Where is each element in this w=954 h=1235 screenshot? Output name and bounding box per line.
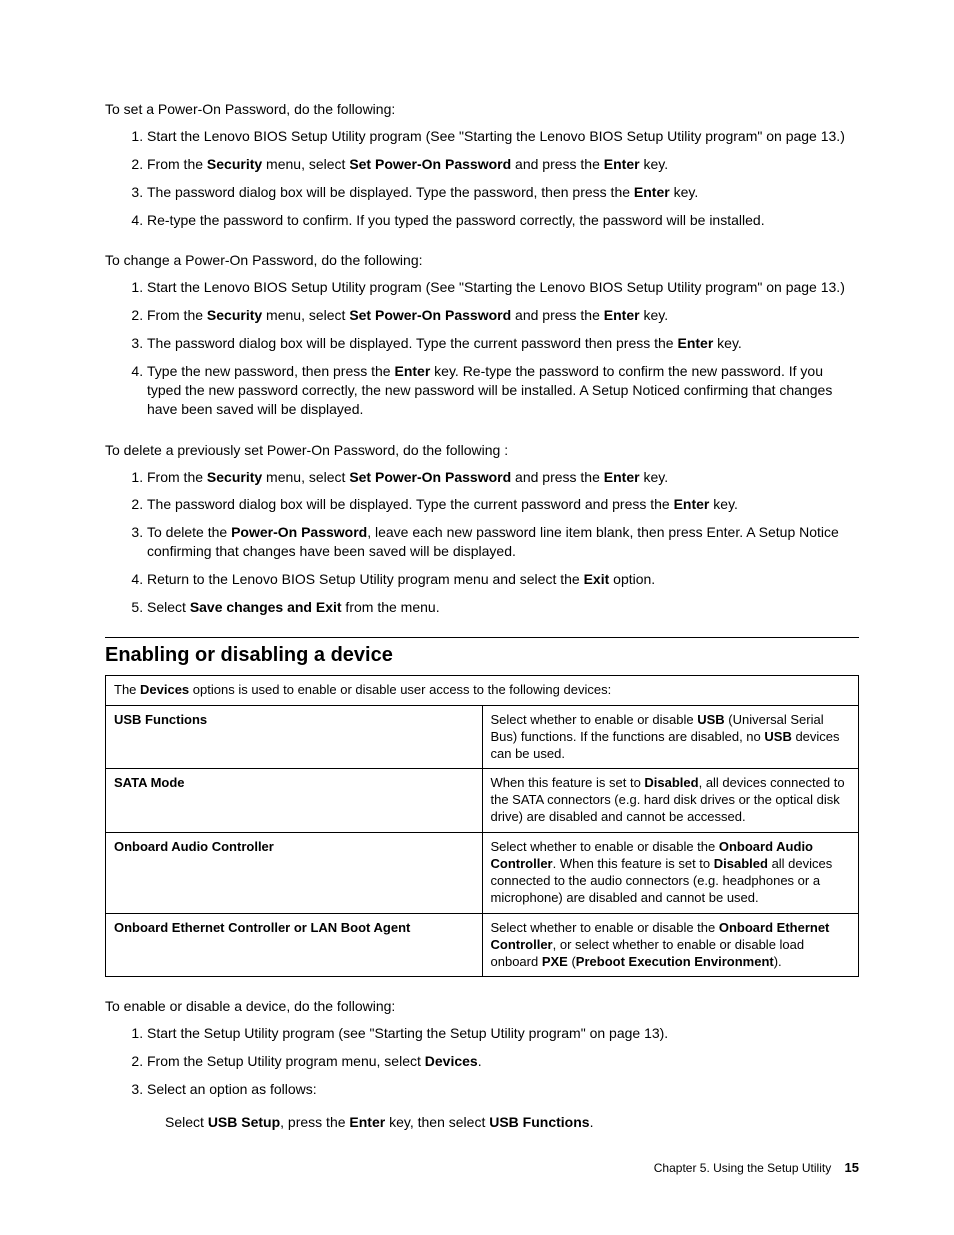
list-item: Return to the Lenovo BIOS Setup Utility … [147,570,859,589]
change-steps: Start the Lenovo BIOS Setup Utility prog… [105,278,859,418]
list-item: From the Security menu, select Set Power… [147,155,859,174]
page: To set a Power-On Password, do the follo… [0,0,954,1235]
table-row: Onboard Audio ControllerSelect whether t… [106,833,859,914]
list-item: To delete the Power-On Password, leave e… [147,523,859,561]
delete-intro: To delete a previously set Power-On Pass… [105,441,859,460]
device-desc-cell: When this feature is set to Disabled, al… [482,769,859,833]
list-item: From the Security menu, select Set Power… [147,306,859,325]
list-item: Start the Lenovo BIOS Setup Utility prog… [147,278,859,297]
list-item: Type the new password, then press the En… [147,362,859,419]
list-item: Start the Setup Utility program (see "St… [147,1024,859,1043]
list-item: From the Setup Utility program menu, sel… [147,1052,859,1071]
list-item: Re-type the password to confirm. If you … [147,211,859,230]
list-item: Select Save changes and Exit from the me… [147,598,859,617]
table-row: Onboard Ethernet Controller or LAN Boot … [106,913,859,977]
enable-post-intro: To enable or disable a device, do the fo… [105,997,859,1016]
set-intro: To set a Power-On Password, do the follo… [105,100,859,119]
section-rule [105,637,859,638]
device-desc-cell: Select whether to enable or disable the … [482,833,859,914]
device-name-cell: Onboard Audio Controller [106,833,483,914]
change-intro: To change a Power-On Password, do the fo… [105,251,859,270]
footer-chapter: Chapter 5. Using the Setup Utility [654,1161,831,1175]
device-name-cell: Onboard Ethernet Controller or LAN Boot … [106,913,483,977]
list-item: The password dialog box will be displaye… [147,495,859,514]
enable-steps: Start the Setup Utility program (see "St… [105,1024,859,1099]
table-intro-cell: The Devices options is used to enable or… [106,675,859,705]
list-item: Select an option as follows: [147,1080,859,1099]
device-rows: USB FunctionsSelect whether to enable or… [106,705,859,977]
list-item: Start the Lenovo BIOS Setup Utility prog… [147,127,859,146]
device-desc-cell: Select whether to enable or disable the … [482,913,859,977]
section-title: Enabling or disabling a device [105,644,859,667]
device-name-cell: SATA Mode [106,769,483,833]
device-name-cell: USB Functions [106,705,483,769]
device-table: The Devices options is used to enable or… [105,675,859,977]
table-row: USB FunctionsSelect whether to enable or… [106,705,859,769]
list-item: From the Security menu, select Set Power… [147,468,859,487]
footer-page: 15 [845,1160,859,1175]
enable-substep: Select USB Setup, press the Enter key, t… [165,1113,859,1132]
table-row: SATA ModeWhen this feature is set to Dis… [106,769,859,833]
page-footer: Chapter 5. Using the Setup Utility 15 [654,1160,859,1175]
list-item: The password dialog box will be displaye… [147,334,859,353]
list-item: The password dialog box will be displaye… [147,183,859,202]
device-desc-cell: Select whether to enable or disable USB … [482,705,859,769]
set-steps: Start the Lenovo BIOS Setup Utility prog… [105,127,859,230]
delete-steps: From the Security menu, select Set Power… [105,468,859,617]
